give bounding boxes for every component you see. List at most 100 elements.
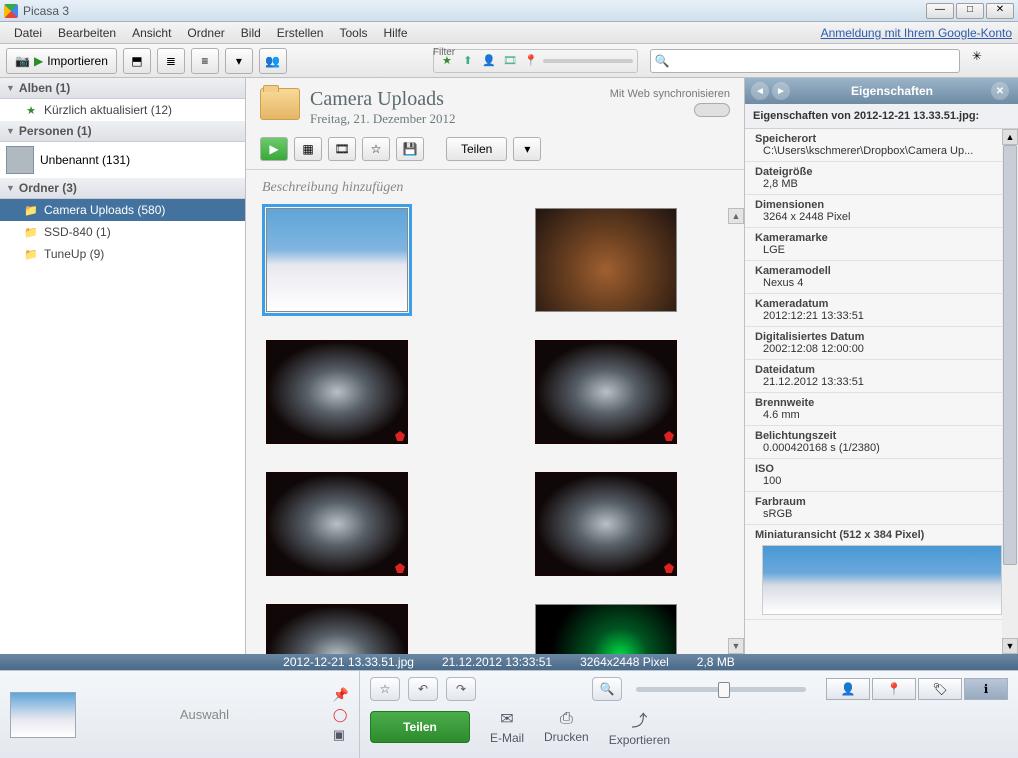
scroll-up-icon[interactable]: ▲ <box>1002 129 1018 145</box>
people-view-button[interactable]: 👥 <box>259 48 287 74</box>
filter-person-icon[interactable]: 👤 <box>480 52 498 70</box>
menu-tools[interactable]: Tools <box>331 23 375 43</box>
filter-upload-icon[interactable]: ⬆ <box>459 52 477 70</box>
share-button[interactable]: Teilen <box>370 711 470 743</box>
view-list-button[interactable]: ≣ <box>157 48 185 74</box>
email-action[interactable]: ✉ E-Mail <box>490 709 524 745</box>
properties-prev-button[interactable]: ◄ <box>751 82 769 100</box>
fit-zoom-button[interactable]: 🔍 <box>592 677 622 701</box>
sidebar-section-alben[interactable]: ▼ Alben (1) <box>0 78 245 99</box>
properties-panel: ◄ ► Eigenschaften ✕ Eigenschaften von 20… <box>744 78 1018 654</box>
menu-bild[interactable]: Bild <box>233 23 269 43</box>
properties-body: SpeicherortC:\Users\kschmerer\Dropbox\Ca… <box>745 129 1018 654</box>
filter-date-slider[interactable] <box>543 59 633 63</box>
thumbnail[interactable] <box>266 340 408 444</box>
star-toggle-button[interactable]: ☆ <box>370 677 400 701</box>
import-button[interactable]: 📷 ▶ Importieren <box>6 48 117 74</box>
save-button[interactable]: 💾 <box>396 137 424 161</box>
sidebar-item-recent[interactable]: ★ Kürzlich aktualisiert (12) <box>0 99 245 121</box>
star-button[interactable]: ☆ <box>362 137 390 161</box>
sidebar-personen-title: Personen (1) <box>19 124 92 138</box>
menu-datei[interactable]: Datei <box>6 23 50 43</box>
properties-scrollbar[interactable]: ▲ ▼ <box>1002 129 1018 654</box>
selection-label: Auswahl <box>86 707 323 722</box>
geotag-button[interactable]: 📍 <box>872 678 916 700</box>
scroll-down-icon[interactable]: ▼ <box>1002 638 1018 654</box>
thumbnail[interactable] <box>535 340 677 444</box>
sidebar-item-label: Kürzlich aktualisiert (12) <box>44 103 172 117</box>
search-input[interactable] <box>674 54 955 68</box>
center-scrollbar[interactable]: ▲ ▼ <box>728 208 744 654</box>
sidebar-item-camera-uploads[interactable]: 📁 Camera Uploads (580) <box>0 199 245 221</box>
status-size: 2,8 MB <box>697 655 735 669</box>
property-miniature: Miniaturansicht (512 x 384 Pixel) <box>745 525 1018 620</box>
hold-pin-button[interactable]: 📌 <box>333 687 349 703</box>
menu-hilfe[interactable]: Hilfe <box>376 23 416 43</box>
menu-erstellen[interactable]: Erstellen <box>269 23 332 43</box>
album-description[interactable]: Beschreibung hinzufügen <box>246 170 744 202</box>
rotate-right-button[interactable]: ↷ <box>446 677 476 701</box>
search-box[interactable]: 🔍 <box>650 49 960 73</box>
add-to-album-button[interactable]: ▣ <box>333 727 349 743</box>
import-label: Importieren <box>47 54 108 68</box>
import-arrow-icon: ▶ <box>34 54 43 68</box>
thumbnail[interactable] <box>266 604 408 654</box>
menu-bearbeiten[interactable]: Bearbeiten <box>50 23 124 43</box>
maximize-button[interactable]: □ <box>956 3 984 19</box>
property-row: FarbraumsRGB <box>745 492 1018 525</box>
sync-toggle[interactable] <box>694 103 730 117</box>
print-action[interactable]: ⎙ Drucken <box>544 710 589 744</box>
center-pane: Camera Uploads Freitag, 21. Dezember 201… <box>246 78 744 654</box>
chevron-down-icon: ▼ <box>6 126 15 136</box>
zoom-slider[interactable] <box>636 687 806 692</box>
sidebar-item-ssd840[interactable]: 📁 SSD-840 (1) <box>0 221 245 243</box>
album-title[interactable]: Camera Uploads <box>310 88 455 111</box>
album-share-button[interactable]: Teilen <box>446 137 507 161</box>
scroll-thumb[interactable] <box>1003 145 1017 565</box>
google-signin-link[interactable]: Anmeldung mit Ihrem Google-Konto <box>821 26 1012 40</box>
view-dropdown-button[interactable]: ▾ <box>225 48 253 74</box>
folder-large-icon <box>260 88 300 120</box>
property-row: Dateidatum21.12.2012 13:33:51 <box>745 360 1018 393</box>
menu-ordner[interactable]: Ordner <box>179 23 232 43</box>
thumbnail[interactable] <box>535 208 677 312</box>
movie-button[interactable]: 🎞 <box>328 137 356 161</box>
property-row: Dimensionen3264 x 2448 Pixel <box>745 195 1018 228</box>
minimize-button[interactable]: — <box>926 3 954 19</box>
clear-selection-button[interactable]: ◯ <box>333 707 349 723</box>
view-toggle-button[interactable]: ⬒ <box>123 48 151 74</box>
export-action[interactable]: ⤴ Exportieren <box>609 707 670 747</box>
sidebar-item-person-unnamed[interactable]: Unbenannt (131) <box>0 142 245 178</box>
thumbnail[interactable] <box>266 472 408 576</box>
filter-movie-icon[interactable]: 🎞 <box>501 52 519 70</box>
scroll-up-icon[interactable]: ▲ <box>728 208 744 224</box>
sidebar-item-tuneup[interactable]: 📁 TuneUp (9) <box>0 243 245 265</box>
thumbnail[interactable] <box>266 208 408 312</box>
view-smalllist-button[interactable]: ≡ <box>191 48 219 74</box>
tag-people-button[interactable]: 👤 <box>826 678 870 700</box>
properties-next-button[interactable]: ► <box>772 82 790 100</box>
properties-close-button[interactable]: ✕ <box>991 82 1009 100</box>
collage-button[interactable]: ▦ <box>294 137 322 161</box>
sidebar-section-personen[interactable]: ▼ Personen (1) <box>0 121 245 142</box>
menu-ansicht[interactable]: Ansicht <box>124 23 179 43</box>
main-toolbar: 📷 ▶ Importieren ⬒ ≣ ≡ ▾ 👥 Filter ★ ⬆ 👤 🎞… <box>0 44 1018 78</box>
chevron-down-icon: ▼ <box>6 83 15 93</box>
slideshow-button[interactable]: ▶ <box>260 137 288 161</box>
sidebar-section-ordner[interactable]: ▼ Ordner (3) <box>0 178 245 199</box>
rotate-left-button[interactable]: ↶ <box>408 677 438 701</box>
filter-geo-icon[interactable]: 📍 <box>522 52 540 70</box>
info-button[interactable]: ℹ <box>964 678 1008 700</box>
property-row: ISO100 <box>745 459 1018 492</box>
tray-thumbnail[interactable] <box>10 692 76 738</box>
tags-button[interactable]: 🏷 <box>918 678 962 700</box>
print-icon: ⎙ <box>560 710 573 728</box>
close-button[interactable]: ✕ <box>986 3 1014 19</box>
thumbnail[interactable] <box>535 604 677 654</box>
properties-title: Eigenschaften <box>793 84 991 98</box>
album-share-dropdown[interactable]: ▾ <box>513 137 541 161</box>
thumbnail[interactable] <box>535 472 677 576</box>
title-bar: Picasa 3 — □ ✕ <box>0 0 1018 22</box>
miniature-preview <box>762 545 1002 615</box>
scroll-down-icon[interactable]: ▼ <box>728 638 744 654</box>
